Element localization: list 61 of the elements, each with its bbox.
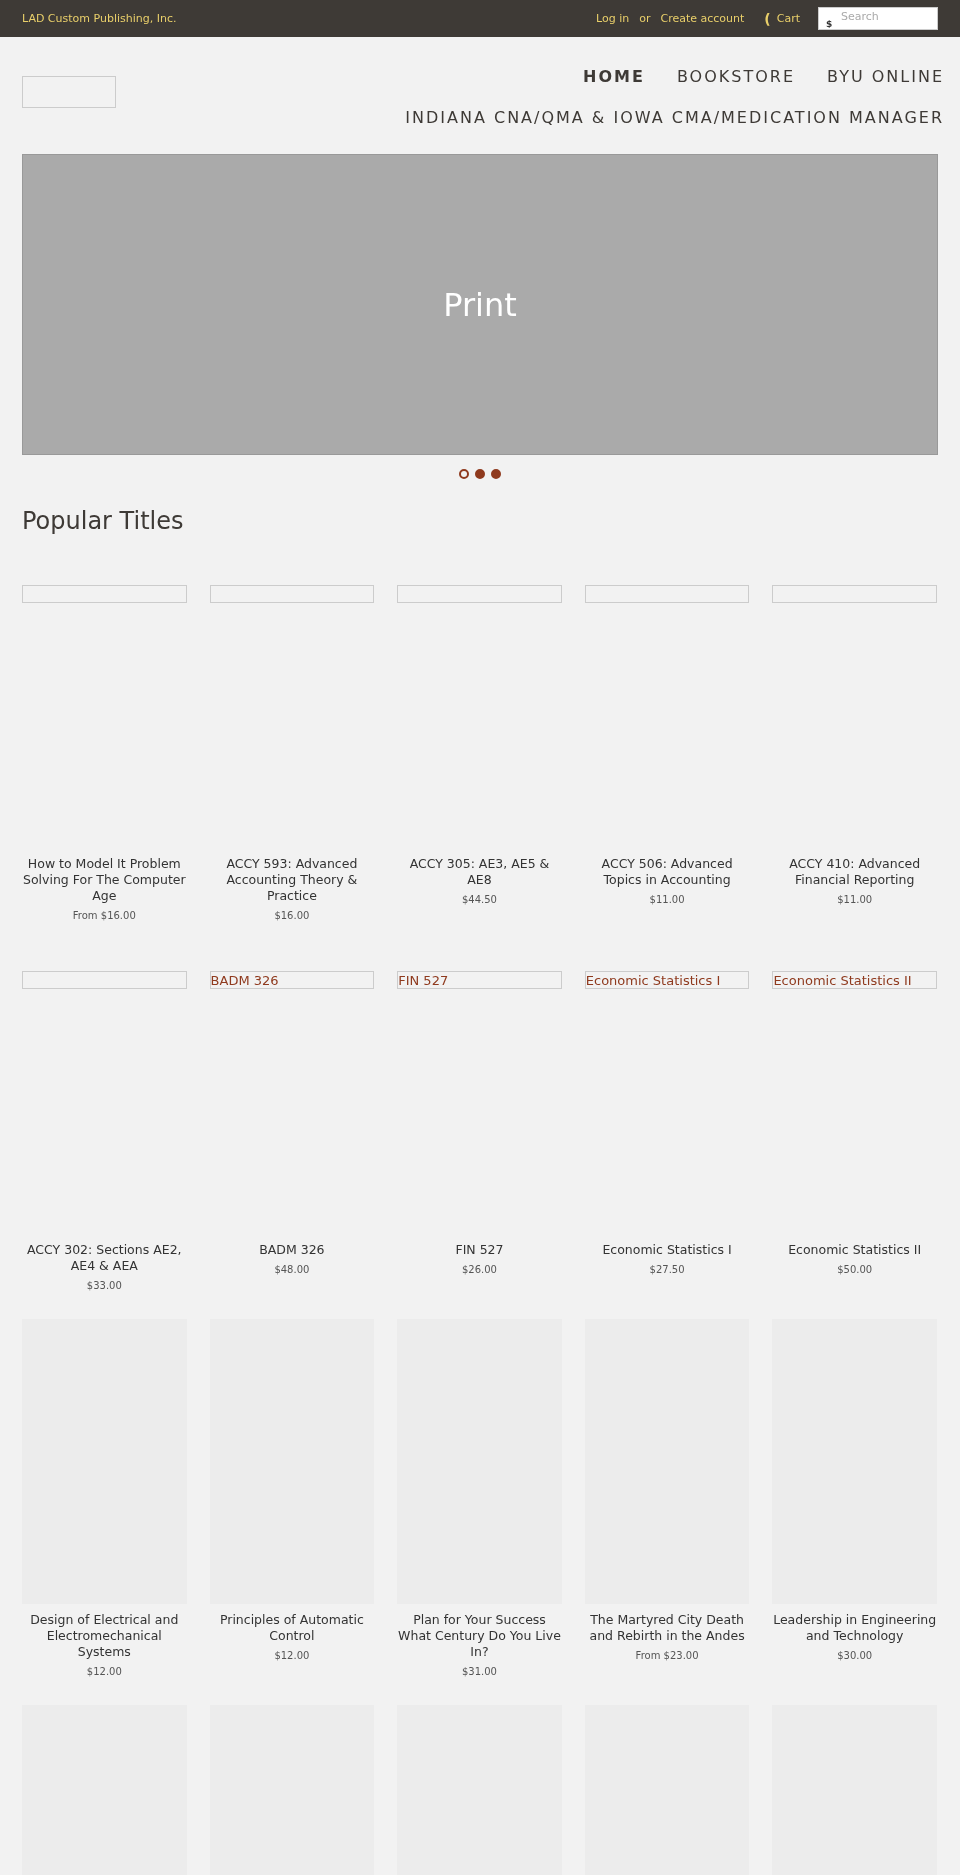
- image-alt-text: BADM 326: [210, 972, 279, 988]
- product-price: $50.00: [837, 1264, 873, 1275]
- broken-image[interactable]: Economic Statistics I: [584, 971, 750, 989]
- broken-image[interactable]: [209, 585, 375, 603]
- product-price: $27.50: [649, 1264, 685, 1275]
- product-title[interactable]: Plan for Your Success What Century Do You Live In?: [397, 1612, 562, 1660]
- slide-caption: Print: [443, 285, 517, 324]
- slide-dot[interactable]: [491, 469, 501, 479]
- product-title[interactable]: Design of Electrical and Electromechanical Systems: [22, 1612, 187, 1660]
- product-price: $33.00: [86, 1280, 122, 1291]
- broken-image[interactable]: [397, 585, 562, 603]
- product-title[interactable]: Principles of Automatic Control: [209, 1612, 375, 1644]
- product-title[interactable]: ACCY 410: Advanced Financial Reporting: [772, 856, 937, 888]
- product-price: $11.00: [649, 894, 685, 905]
- company-name: LAD Custom Publishing, Inc.: [22, 12, 177, 25]
- login-link[interactable]: Log in: [596, 12, 630, 25]
- product-title[interactable]: ACCY 302: Sections AE2, AE4 & AEA: [22, 1242, 187, 1274]
- product-title[interactable]: Economic Statistics II: [788, 1242, 922, 1258]
- section-title: Popular Titles: [22, 507, 185, 535]
- product-price: $26.00: [462, 1264, 497, 1275]
- product-title[interactable]: The Martyred City Death and Rebirth in the Andes: [584, 1612, 750, 1644]
- or-text: or: [639, 12, 651, 25]
- nav-link[interactable]: BOOKSTORE: [676, 67, 796, 86]
- product-title[interactable]: Economic Statistics I: [602, 1242, 732, 1258]
- product-price: $48.00: [274, 1264, 310, 1275]
- broken-image[interactable]: [22, 971, 187, 989]
- product-price: $44.50: [462, 894, 497, 905]
- product-price: $12.00: [86, 1666, 122, 1677]
- nav-link[interactable]: INDIANA CNA/QMA & IOWA CMA/MEDICATION MANAGER: [405, 108, 944, 127]
- product-title[interactable]: ACCY 593: Advanced Accounting Theory & Practice: [209, 856, 375, 904]
- product-price: $16.00: [274, 910, 310, 921]
- product-price: $31.00: [462, 1666, 497, 1677]
- create-account-link[interactable]: Create account: [660, 12, 745, 25]
- nav-link[interactable]: BYU ONLINE: [827, 67, 944, 86]
- currency-symbol: $: [826, 19, 833, 29]
- broken-image[interactable]: Economic Statistics II: [772, 971, 937, 989]
- broken-image[interactable]: BADM 326: [209, 971, 375, 989]
- slide-dot[interactable]: [475, 469, 485, 479]
- product-title[interactable]: FIN 527: [455, 1242, 504, 1258]
- image-alt-text: Economic Statistics II: [773, 972, 912, 988]
- logo-placeholder[interactable]: [22, 76, 116, 108]
- product-title[interactable]: Leadership in Engineering and Technology: [772, 1612, 937, 1644]
- product-title[interactable]: BADM 326: [259, 1242, 325, 1258]
- product-price: From $23.00: [635, 1650, 699, 1661]
- nav-link[interactable]: HOME: [583, 67, 645, 86]
- product-price: $11.00: [837, 894, 873, 905]
- product-price: From $16.00: [72, 910, 136, 921]
- product-title[interactable]: ACCY 305: AE3, AE5 & AE8: [397, 856, 562, 888]
- broken-image[interactable]: [22, 585, 187, 603]
- image-alt-text: FIN 527: [398, 972, 449, 988]
- broken-image[interactable]: [772, 585, 937, 603]
- broken-image[interactable]: FIN 527: [397, 971, 562, 989]
- product-title[interactable]: How to Model It Problem Solving For The Computer Age: [22, 856, 187, 904]
- slide-dot[interactable]: [459, 469, 469, 479]
- cart-icon[interactable]: (: [764, 10, 771, 27]
- image-alt-text: Economic Statistics I: [585, 972, 721, 988]
- broken-image[interactable]: [584, 585, 750, 603]
- product-title[interactable]: ACCY 506: Advanced Topics in Accounting: [584, 856, 750, 888]
- product-price: $30.00: [837, 1650, 873, 1661]
- product-price: $12.00: [274, 1650, 310, 1661]
- cart-link[interactable]: Cart: [776, 12, 800, 25]
